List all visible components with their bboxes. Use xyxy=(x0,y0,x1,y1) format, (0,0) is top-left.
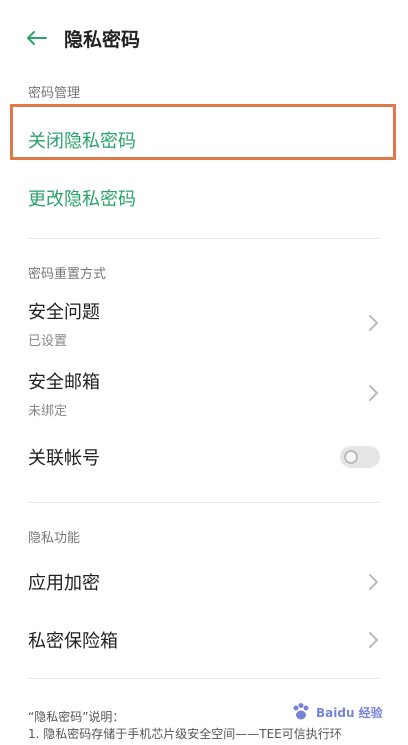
back-button[interactable] xyxy=(20,22,52,54)
page-title: 隐私密码 xyxy=(64,28,141,51)
security-email-item[interactable]: 安全邮箱 未绑定 xyxy=(0,364,408,422)
paw-icon xyxy=(293,703,309,720)
watermark-text: Baidu 经验 xyxy=(316,705,383,720)
private-vault-item[interactable]: 私密保险箱 xyxy=(0,612,408,668)
close-privacy-password-item[interactable]: 关闭隐私密码 xyxy=(0,112,408,168)
security-email-label: 安全邮箱 xyxy=(28,371,100,393)
section-label-privacy-features: 隐私功能 xyxy=(28,531,81,546)
linked-account-toggle[interactable] xyxy=(340,446,380,468)
app-encryption-item[interactable]: 应用加密 xyxy=(0,554,408,610)
app-encryption-label: 应用加密 xyxy=(28,573,100,594)
explanation-line-1: 1. 隐私密码存储于手机芯片级安全空间——TEE可信执行环 xyxy=(28,727,342,741)
baidu-watermark: Baidu 经验 xyxy=(290,697,386,727)
security-question-status: 已设置 xyxy=(28,333,68,349)
divider xyxy=(28,678,380,679)
header: 隐私密码 xyxy=(0,0,408,76)
security-question-item[interactable]: 安全问题 已设置 xyxy=(0,294,408,352)
linked-account-item: 关联帐号 xyxy=(0,432,408,482)
section-label-password-management: 密码管理 xyxy=(28,86,81,101)
toggle-knob xyxy=(344,450,358,464)
change-privacy-password-item[interactable]: 更改隐私密码 xyxy=(0,170,408,226)
divider xyxy=(28,238,380,239)
chevron-right-icon xyxy=(369,385,378,401)
chevron-right-icon xyxy=(369,632,378,648)
private-vault-label: 私密保险箱 xyxy=(28,631,118,652)
chevron-right-icon xyxy=(369,315,378,331)
section-label-reset-methods: 密码重置方式 xyxy=(28,267,107,282)
security-question-label: 安全问题 xyxy=(28,301,100,323)
divider xyxy=(28,502,380,503)
close-privacy-password-label: 关闭隐私密码 xyxy=(28,131,136,152)
change-privacy-password-label: 更改隐私密码 xyxy=(28,189,136,210)
security-email-status: 未绑定 xyxy=(28,403,68,419)
back-arrow-icon xyxy=(27,31,47,45)
linked-account-label: 关联帐号 xyxy=(28,448,100,469)
chevron-right-icon xyxy=(369,574,378,590)
